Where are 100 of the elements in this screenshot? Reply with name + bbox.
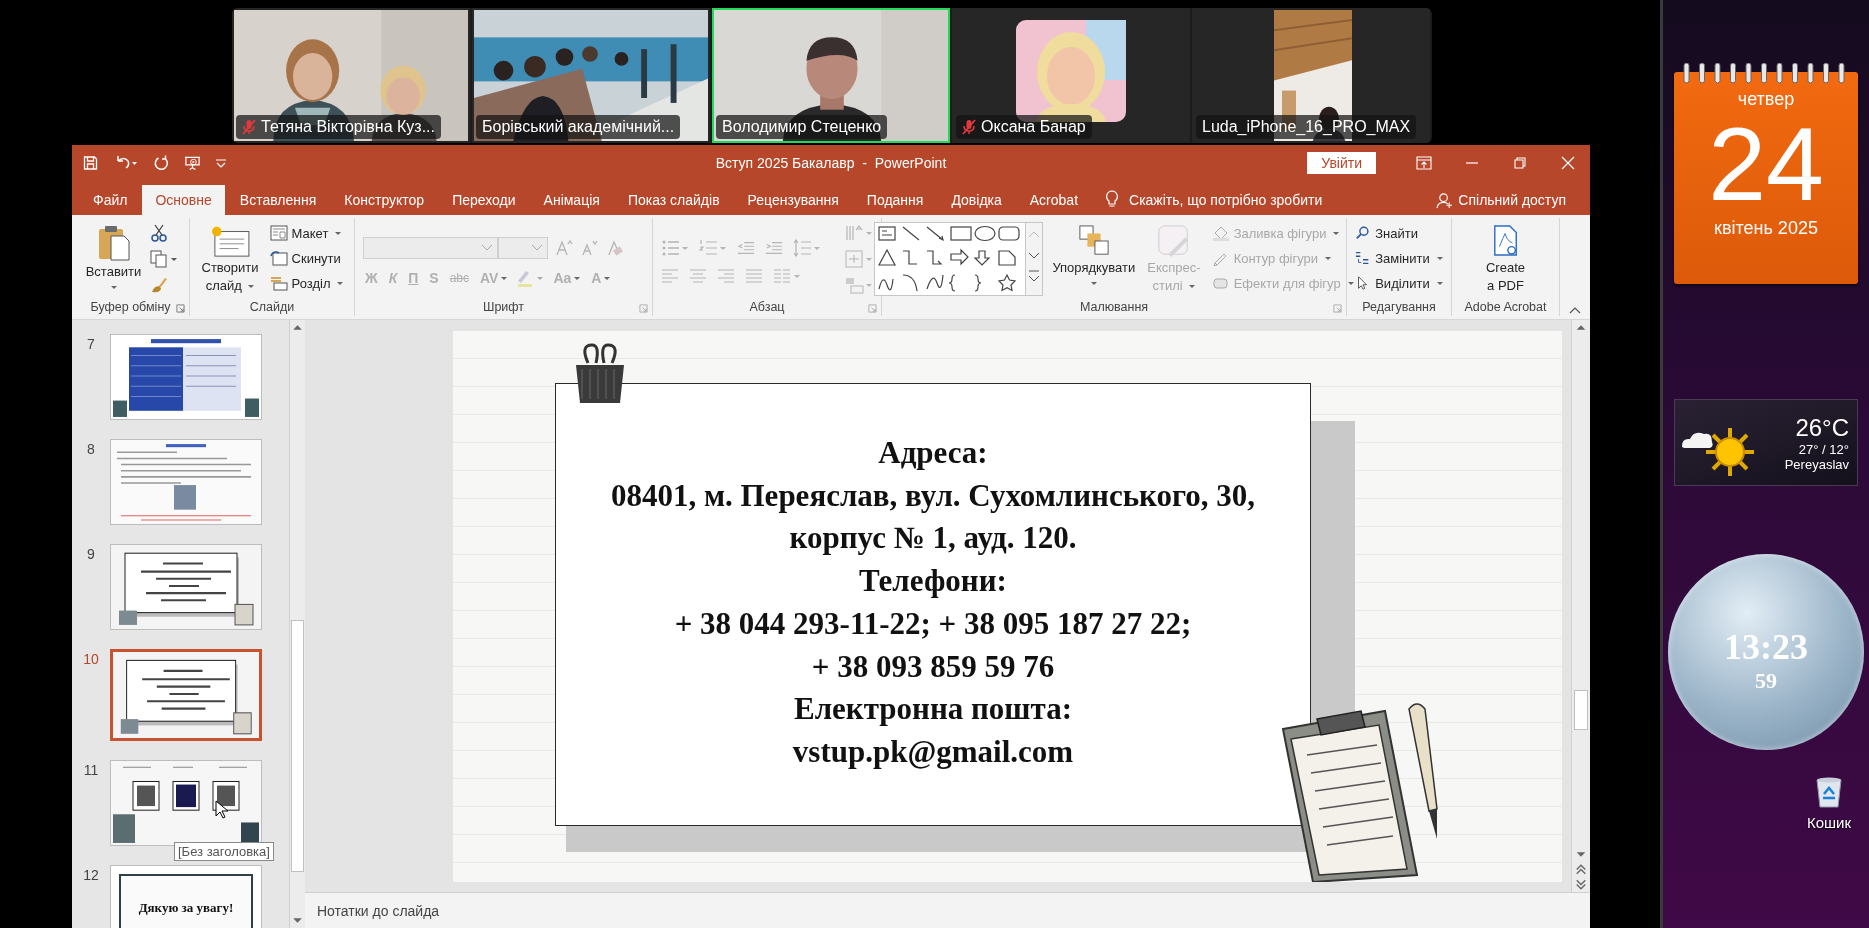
dialog-launcher-icon[interactable] [176, 304, 185, 313]
pdf-document-icon [1491, 224, 1520, 258]
participant-name: Тетяна Вікторівна Куз... [261, 118, 435, 136]
dialog-launcher-icon[interactable] [639, 304, 648, 313]
video-tile[interactable]: Тетяна Вікторівна Куз... [232, 8, 470, 143]
arrange-button[interactable]: Упорядкувати [1049, 222, 1139, 287]
participant-name: Оксана Банар [981, 118, 1086, 136]
slide-number: 9 [86, 545, 96, 562]
person-add-icon [1436, 191, 1454, 209]
scissors-icon[interactable] [150, 224, 169, 242]
clear-formatting-icon[interactable] [605, 239, 623, 257]
notes-pane[interactable]: Нотатки до слайда [305, 892, 1590, 928]
slide-thumbnail[interactable] [110, 649, 262, 741]
slide-number: 7 [86, 335, 96, 352]
participant-name: Luda_iPhone_16_PRO_MAX [1202, 118, 1411, 136]
desktop-icon-label[interactable]: Кошик [1806, 814, 1851, 831]
scrollbar-thumb[interactable] [1574, 690, 1588, 730]
font-name-field[interactable] [363, 237, 498, 259]
new-slide-button[interactable]: Створити слайд [198, 222, 262, 296]
tooltip: [Без заголовка] [174, 842, 274, 861]
scrollbar-thumb[interactable] [291, 620, 304, 872]
chevron-down-icon [481, 244, 493, 252]
redo-icon[interactable] [153, 154, 170, 171]
chevron-down-icon [531, 244, 543, 252]
group-label: Абзац [749, 300, 785, 314]
video-tile[interactable]: Борівський академічний... [472, 8, 710, 143]
video-tile[interactable]: Luda_iPhone_16_PRO_MAX [1192, 8, 1430, 143]
slide-number: 12 [82, 866, 100, 883]
slide-thumbnail[interactable] [110, 760, 262, 846]
caret-icon[interactable] [215, 157, 227, 168]
group-label: Малювання [1079, 300, 1149, 314]
section-icon [269, 275, 288, 291]
ribbon-tab[interactable]: Показ слайдів [614, 185, 733, 215]
slide-text: + 38 093 859 59 76 [810, 647, 1056, 686]
section-button[interactable]: Розділ [267, 272, 346, 294]
collapse-ribbon-icon[interactable] [1568, 305, 1582, 315]
save-icon[interactable] [82, 154, 99, 171]
slide-thumbnail[interactable] [110, 544, 262, 630]
participant-name: Борівський академічний... [482, 118, 675, 136]
reset-button[interactable]: Скинути [267, 247, 346, 269]
ribbon-tab[interactable]: Рецензування [734, 185, 852, 215]
group-label: Буфер обміну [90, 300, 171, 314]
reset-icon [269, 250, 288, 266]
dialog-launcher-icon[interactable] [868, 304, 877, 313]
tell-me-search[interactable]: Скажіть, що потрібно зробити [1129, 185, 1323, 215]
ribbon-tab[interactable]: Довідка [938, 185, 1015, 215]
copy-icon[interactable] [150, 250, 179, 268]
text-direction-icon[interactable] [845, 224, 873, 242]
shrink-font-icon[interactable] [580, 239, 598, 257]
sign-in-button[interactable]: Увійти [1307, 151, 1376, 174]
ribbon-tab[interactable]: Подання [853, 185, 937, 215]
paste-button[interactable]: Вставити [82, 222, 145, 291]
lightbulb-icon[interactable] [1105, 190, 1120, 208]
share-button[interactable]: Спільний доступ [1430, 185, 1572, 215]
decrease-indent-icon[interactable] [737, 239, 755, 257]
slide-thumbnail-title: Дякую за увагу! [119, 874, 253, 928]
ribbon-tab[interactable]: Переходи [439, 185, 529, 215]
group-label: Adobe Acrobat [1464, 300, 1547, 314]
group-label: Слайди [249, 300, 295, 314]
editing-button[interactable]: Виділити [1353, 272, 1445, 294]
restore-icon[interactable] [1512, 155, 1528, 170]
ribbon-tab[interactable]: Основне [142, 185, 225, 215]
editing-button[interactable]: Знайти [1353, 222, 1445, 244]
format-painter-icon[interactable] [150, 276, 169, 294]
ribbon-display-options-icon[interactable] [1416, 155, 1432, 170]
brush-icon [1156, 224, 1191, 258]
ribbon-tab[interactable]: Acrobat [1016, 185, 1092, 215]
search-icon [1355, 225, 1372, 241]
slide-number: 11 [82, 761, 100, 778]
ribbon-tab[interactable]: Анімація [530, 185, 613, 215]
video-tile[interactable]: Оксана Банар [952, 8, 1190, 143]
layout-button[interactable]: Макет [267, 222, 346, 244]
participant-name: Володимир Стеценко [722, 118, 882, 136]
dialog-launcher-icon[interactable] [1333, 304, 1342, 313]
create-pdf-button[interactable]: Create a PDF [1483, 222, 1528, 296]
recycle-bin-icon[interactable] [1813, 776, 1844, 808]
slide-thumbnail[interactable] [110, 334, 262, 420]
layout-icon [269, 225, 288, 241]
slide[interactable]: Адреса: 08401, м. Переяслав, вул. Сухомлинського, 30, корпус № 1, ауд. 120. Телефони: + 38 044 293-11-22; + 38 095 187 27 22; + 38 093 859 59 76 Електронна пошта: vstup.pk@gmail.com [453, 331, 1562, 882]
slide-thumbnail[interactable]: Дякую за увагу! [110, 865, 262, 928]
presentation-icon[interactable] [184, 154, 201, 171]
font-size-field[interactable] [498, 237, 548, 259]
slide-thumbnail[interactable] [110, 439, 262, 525]
mouse-cursor-icon [215, 800, 229, 820]
group-label: Шрифт [482, 300, 525, 314]
line-spacing-icon[interactable] [793, 239, 821, 257]
slide-text: + 38 044 293-11-22; + 38 095 187 27 22; [673, 604, 1193, 643]
grow-font-icon[interactable] [555, 239, 573, 257]
paint-bucket-icon [1211, 225, 1230, 241]
ribbon-tab[interactable]: Вставлення [226, 185, 330, 215]
ribbon-tab[interactable]: Конструктор [331, 185, 438, 215]
bullet-list-icon[interactable] [661, 239, 689, 257]
close-icon[interactable] [1560, 155, 1576, 170]
text-card[interactable]: Адреса: 08401, м. Переяслав, вул. Сухомлинського, 30, корпус № 1, ауд. 120. Телефони: + 38 044 293-11-22; + 38 095 187 27 22; + 38 093 859 59 76 Електронна пошта: vstup.pk@gmail.com [555, 383, 1311, 826]
ribbon-tab[interactable]: Файл [80, 185, 141, 215]
editing-button[interactable]: Замінити [1353, 247, 1445, 269]
slide-number: 8 [86, 440, 96, 457]
slide-text: 08401, м. Переяслав, вул. Сухомлинського, 30, [609, 476, 1257, 515]
video-tile[interactable]: Володимир Стеценко [712, 8, 950, 143]
increase-indent-icon[interactable] [765, 239, 783, 257]
